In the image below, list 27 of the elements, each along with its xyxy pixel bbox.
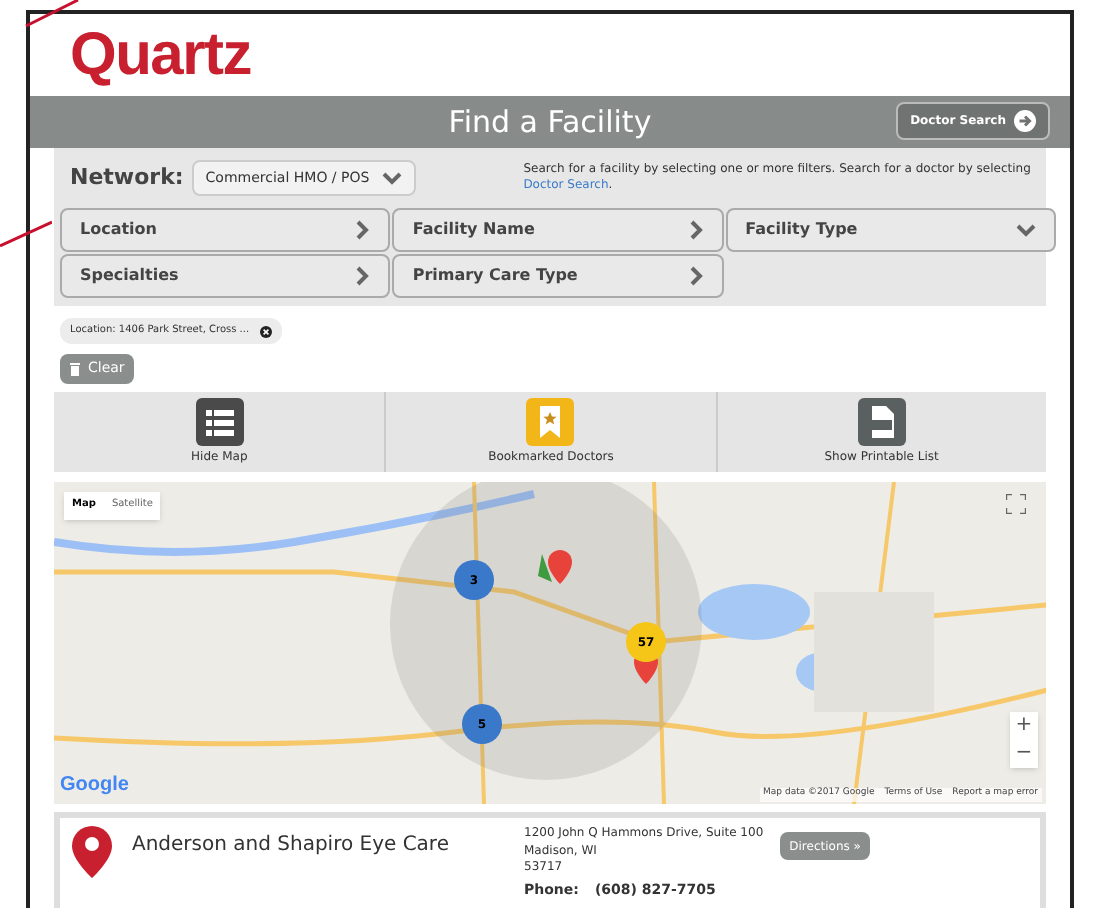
filter-button[interactable]: Primary Care Type xyxy=(392,254,724,298)
filter-button[interactable]: Facility Type xyxy=(725,208,1056,252)
chevron-down-icon xyxy=(1015,222,1036,238)
close-icon[interactable] xyxy=(259,325,272,337)
page-title: Find a Facility xyxy=(448,101,652,144)
list-icon xyxy=(195,398,244,446)
zoom-out-button[interactable]: − xyxy=(1010,740,1038,768)
chevron-right-icon xyxy=(356,220,371,240)
document-icon xyxy=(857,398,906,446)
filter-button[interactable]: Location xyxy=(60,208,391,252)
filter-button[interactable]: Specialties xyxy=(60,254,391,298)
map-pin-icon xyxy=(72,826,112,878)
chevron-right-icon xyxy=(689,220,704,240)
chevron-down-icon xyxy=(381,170,402,186)
bookmark-icon xyxy=(526,398,575,446)
trash-icon xyxy=(70,362,80,376)
network-label: Network: xyxy=(70,161,184,194)
chevron-right-icon xyxy=(356,266,371,286)
leader-line xyxy=(0,220,52,248)
zoom-in-button[interactable]: + xyxy=(1010,712,1038,740)
chevron-right-icon xyxy=(689,266,704,286)
filter-button[interactable]: Facility Name xyxy=(392,208,724,252)
fullscreen-icon[interactable] xyxy=(1006,494,1026,514)
facility-name: Anderson and Shapiro Eye Care xyxy=(132,832,451,860)
logo: Quartz xyxy=(70,25,252,85)
arrow-right-icon xyxy=(1014,110,1036,132)
map-logo: Google xyxy=(60,772,129,800)
